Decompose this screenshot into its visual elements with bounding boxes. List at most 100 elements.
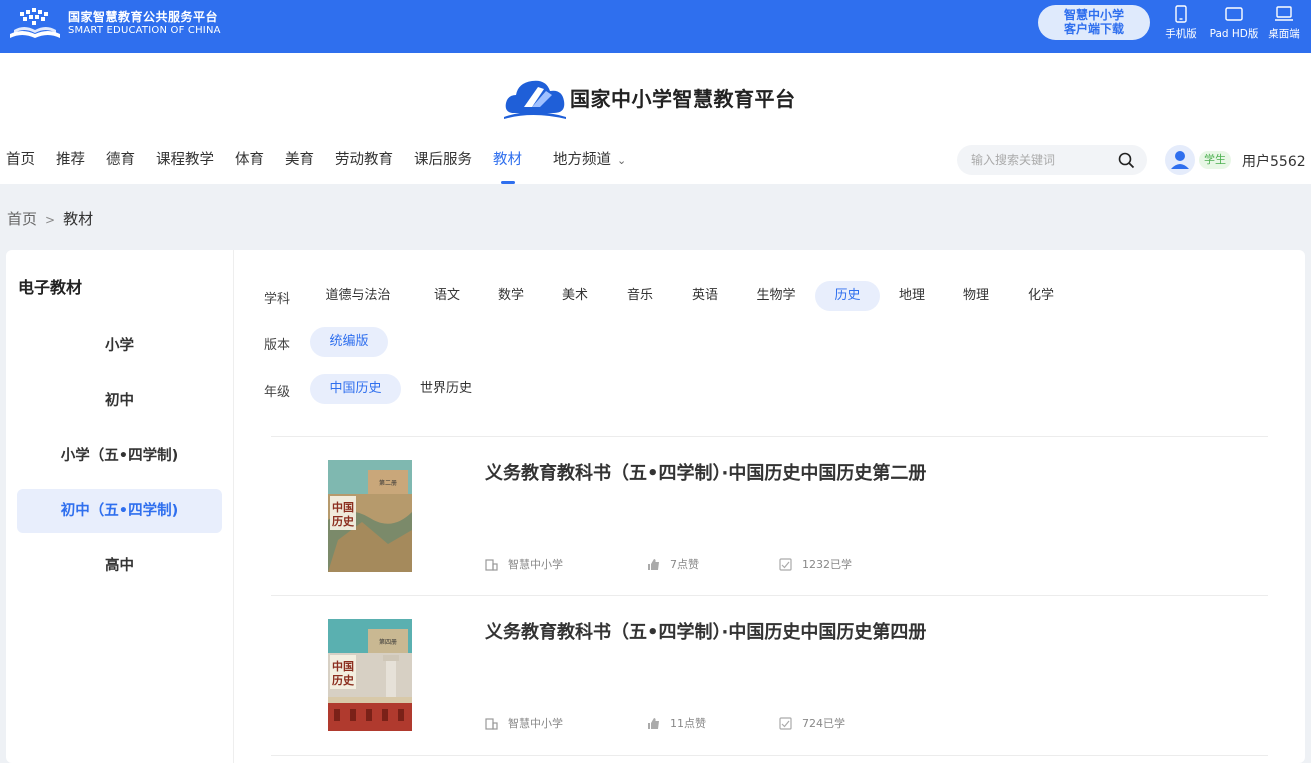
sidebar-item-junior-54[interactable]: 初中（五•四学制) (17, 489, 222, 533)
nav-item-local-channel[interactable]: 地方频道 ⌄ (553, 148, 626, 184)
breadcrumb-current: 教材 (63, 210, 94, 228)
book-learned-count: 724已学 (802, 717, 845, 730)
cover-title-line1: 中国 (332, 500, 354, 514)
cover-volume-tag: 第四册 (379, 638, 397, 646)
download-line1: 智慧中小学 (1063, 8, 1124, 22)
grade-filter-label: 年级 (264, 385, 291, 400)
subject-option-music[interactable]: 音乐 (617, 281, 663, 311)
user-avatar-icon (1171, 151, 1189, 169)
book-cover-image[interactable]: 中国 历史 第二册 (328, 460, 412, 572)
subject-option-chemistry[interactable]: 化学 (1018, 281, 1064, 311)
book-likes: 11点赞 (647, 715, 706, 731)
grade-option-world-history[interactable]: 世界历史 (412, 374, 480, 404)
phone-icon (1175, 5, 1187, 23)
book-source: 智慧中小学 (485, 556, 563, 572)
tablet-icon (1225, 7, 1243, 21)
grade-option-china-history[interactable]: 中国历史 (310, 374, 401, 404)
subject-option-chinese[interactable]: 语文 (424, 281, 470, 311)
book-likes-count: 11点赞 (670, 717, 706, 730)
cover-volume-tag: 第二册 (379, 479, 397, 487)
subject-option-morality[interactable]: 道德与法治 (312, 281, 404, 311)
nav-item-labor[interactable]: 劳动教育 (335, 148, 393, 184)
top-bar: 国家智慧教育公共服务平台 SMART EDUCATION OF CHINA 智慧… (0, 0, 1311, 53)
book-likes-count: 7点赞 (670, 558, 699, 571)
book-source-label: 智慧中小学 (508, 717, 563, 730)
brand-name-cn: 国家智慧教育公共服务平台 (68, 10, 219, 25)
nav-item-textbooks[interactable]: 教材 (493, 148, 522, 184)
header: 国家中小学智慧教育平台 首页 推荐 德育 课程教学 体育 美育 劳动教育 课后服… (0, 53, 1311, 184)
subject-option-english[interactable]: 英语 (682, 281, 728, 311)
breadcrumb: 首页 > 教材 (7, 208, 93, 229)
subject-option-history[interactable]: 历史 (815, 281, 880, 311)
content-panel: 电子教材 小学 初中 小学（五•四学制) 初中（五•四学制) 高中 学科 道德与… (6, 250, 1305, 763)
book-likes: 7点赞 (647, 556, 699, 572)
brand[interactable]: 国家智慧教育公共服务平台 SMART EDUCATION OF CHINA (6, 4, 221, 44)
platform-name: 国家中小学智慧教育平台 (570, 86, 796, 111)
subject-option-biology[interactable]: 生物学 (746, 281, 806, 311)
breadcrumb-separator: > (45, 213, 56, 227)
list-item[interactable]: 中国 历史 第二册 义务教育教科书（五•四学制）·中国历史中国历史第二册 智慧中… (271, 436, 1268, 596)
list-item[interactable]: 中国 历史 第四册 义务教育教科书（五•四学制）·中国历史中国历史第四册 智慧中… (271, 595, 1268, 755)
book-source: 智慧中小学 (485, 715, 563, 731)
nav-item-arts[interactable]: 美育 (285, 148, 314, 184)
cover-title-line1: 中国 (332, 659, 354, 673)
user-name[interactable]: 用户5562 (1242, 151, 1306, 171)
device-desktop-label: 桌面端 (1268, 28, 1300, 40)
subject-option-math[interactable]: 数学 (488, 281, 534, 311)
cover-title-line2: 历史 (332, 673, 355, 687)
nav-item-recommend[interactable]: 推荐 (56, 148, 85, 184)
building-icon (485, 717, 498, 730)
sidebar: 电子教材 小学 初中 小学（五•四学制) 初中（五•四学制) 高中 (6, 250, 234, 763)
study-record-icon (779, 557, 792, 571)
device-phone-label: 手机版 (1165, 28, 1197, 40)
building-icon (485, 558, 498, 571)
nav-local-label: 地方频道 (553, 152, 611, 168)
edition-option-unified[interactable]: 统编版 (310, 327, 388, 357)
brand-name-en: SMART EDUCATION OF CHINA (68, 25, 221, 37)
edition-filter-label: 版本 (264, 338, 291, 353)
device-tablet-label: Pad HD版 (1209, 28, 1259, 40)
divider (271, 755, 1268, 756)
book-learned: 1232已学 (779, 556, 852, 572)
book-title[interactable]: 义务教育教科书（五•四学制）·中国历史中国历史第四册 (485, 618, 926, 644)
nav-item-sports[interactable]: 体育 (235, 148, 264, 184)
thumbs-up-icon (648, 558, 659, 570)
device-desktop[interactable]: 桌面端 (1265, 5, 1303, 41)
sidebar-item-junior[interactable]: 初中 (17, 379, 222, 423)
brand-logo-icon (10, 8, 60, 38)
subject-filter-label: 学科 (264, 292, 291, 307)
nav-item-home[interactable]: 首页 (6, 148, 35, 184)
search-icon[interactable] (1118, 152, 1135, 169)
download-line2: 客户端下载 (1063, 22, 1124, 36)
avatar[interactable] (1165, 145, 1195, 175)
study-record-icon (779, 716, 792, 730)
laptop-icon (1275, 6, 1293, 21)
book-learned-count: 1232已学 (802, 558, 852, 571)
platform-logo-icon (504, 80, 566, 119)
device-phone[interactable]: 手机版 (1163, 5, 1199, 41)
device-tablet[interactable]: Pad HD版 (1205, 5, 1263, 41)
subject-option-physics[interactable]: 物理 (953, 281, 999, 311)
search-input[interactable] (971, 145, 1111, 175)
sidebar-item-primary-54[interactable]: 小学（五•四学制) (17, 434, 222, 478)
client-download-button[interactable]: 智慧中小学 客户端下载 (1038, 5, 1150, 40)
thumbs-up-icon (648, 717, 659, 729)
breadcrumb-home[interactable]: 首页 (7, 210, 37, 228)
sidebar-item-senior[interactable]: 高中 (17, 544, 222, 588)
search-box (957, 145, 1147, 175)
platform-brand[interactable]: 国家中小学智慧教育平台 (502, 73, 796, 121)
sidebar-item-primary[interactable]: 小学 (17, 324, 222, 368)
book-title[interactable]: 义务教育教科书（五•四学制）·中国历史中国历史第二册 (485, 459, 926, 485)
main-nav: 首页 推荐 德育 课程教学 体育 美育 劳动教育 课后服务 教材 地方频道 ⌄ (0, 148, 647, 184)
sidebar-title: 电子教材 (18, 278, 83, 297)
book-learned: 724已学 (779, 715, 845, 731)
chevron-down-icon: ⌄ (617, 154, 627, 167)
nav-item-after-school[interactable]: 课后服务 (414, 148, 472, 184)
nav-item-courses[interactable]: 课程教学 (156, 148, 214, 184)
cover-title-line2: 历史 (332, 514, 355, 528)
nav-item-moral[interactable]: 德育 (106, 148, 135, 184)
book-cover-image[interactable]: 中国 历史 第四册 (328, 619, 412, 731)
subject-option-geography[interactable]: 地理 (889, 281, 935, 311)
book-source-label: 智慧中小学 (508, 558, 563, 571)
subject-option-art[interactable]: 美术 (552, 281, 598, 311)
